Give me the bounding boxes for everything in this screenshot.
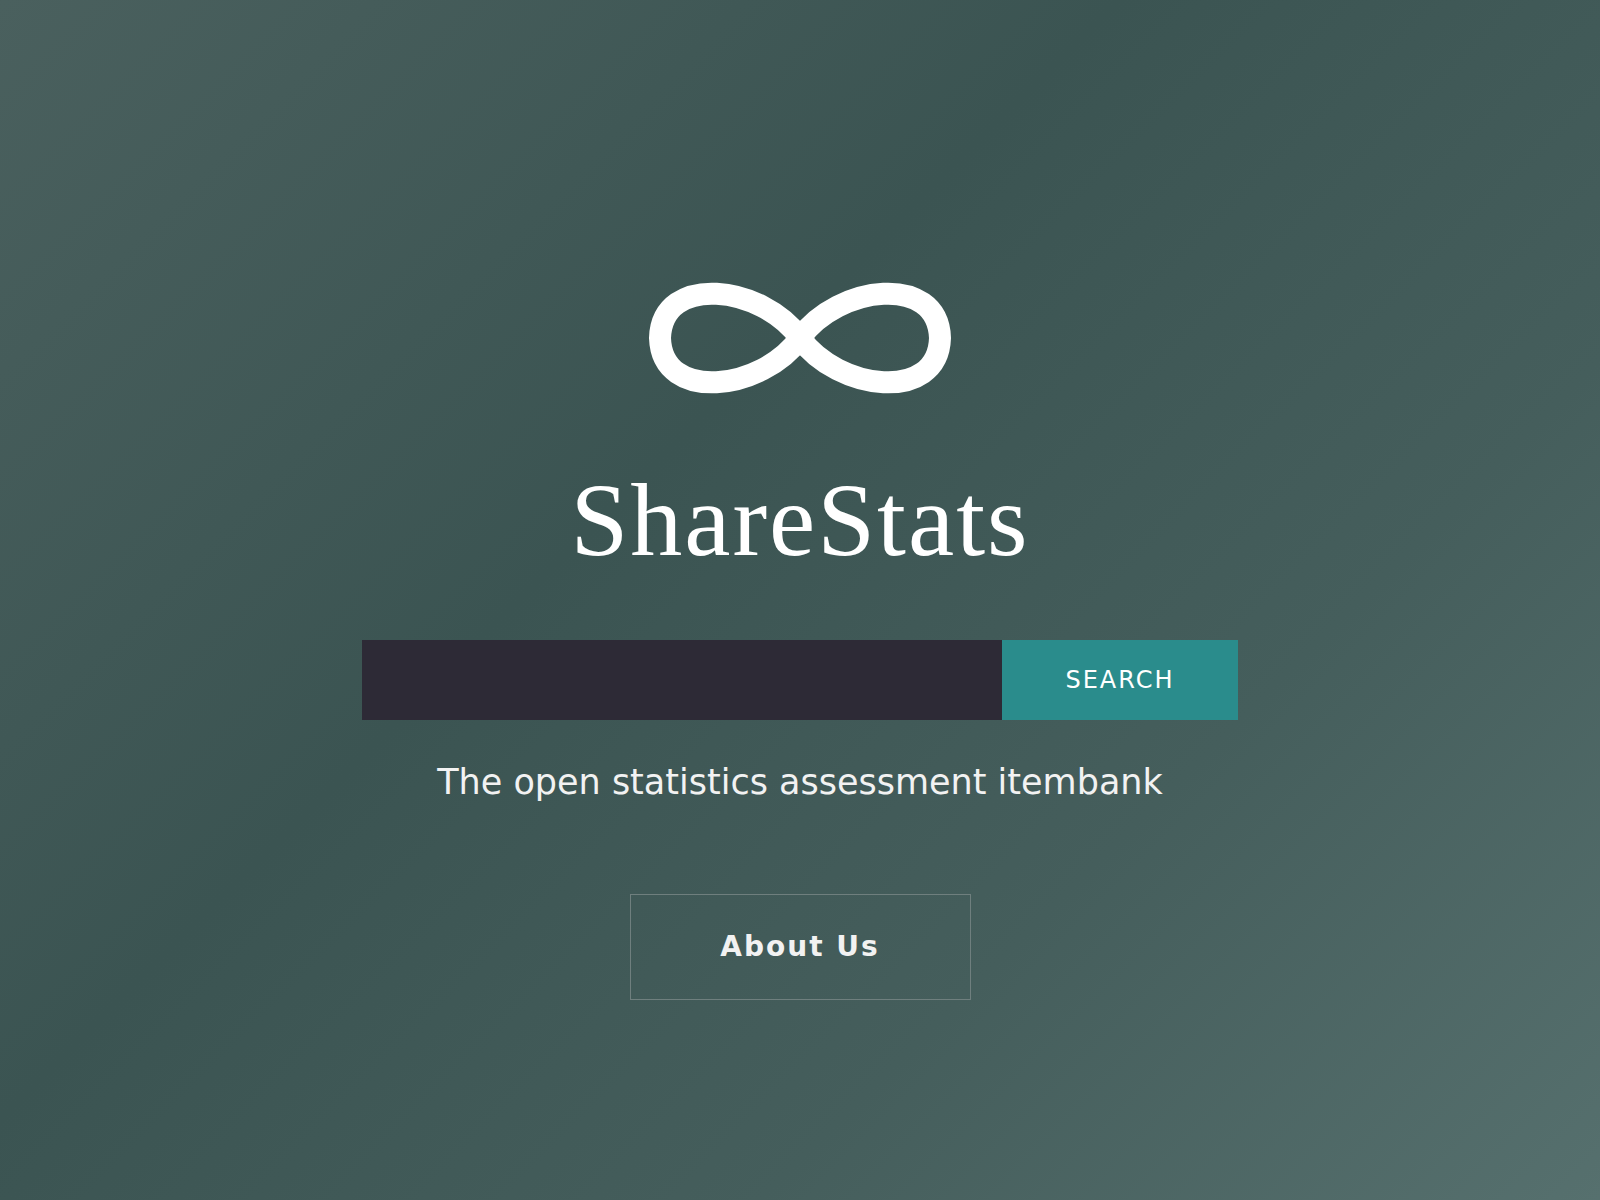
hero: ShareStats SEARCH The open statistics as…	[0, 0, 1600, 1200]
infinity-logo-icon	[640, 267, 960, 409]
tagline: The open statistics assessment itembank	[437, 760, 1163, 804]
brand-title: ShareStats	[570, 465, 1029, 575]
hero-content: ShareStats SEARCH The open statistics as…	[0, 0, 1600, 1000]
search-bar: SEARCH	[362, 640, 1238, 720]
search-button[interactable]: SEARCH	[1002, 640, 1238, 720]
search-input[interactable]	[362, 640, 1002, 720]
about-button[interactable]: About Us	[630, 894, 971, 1000]
